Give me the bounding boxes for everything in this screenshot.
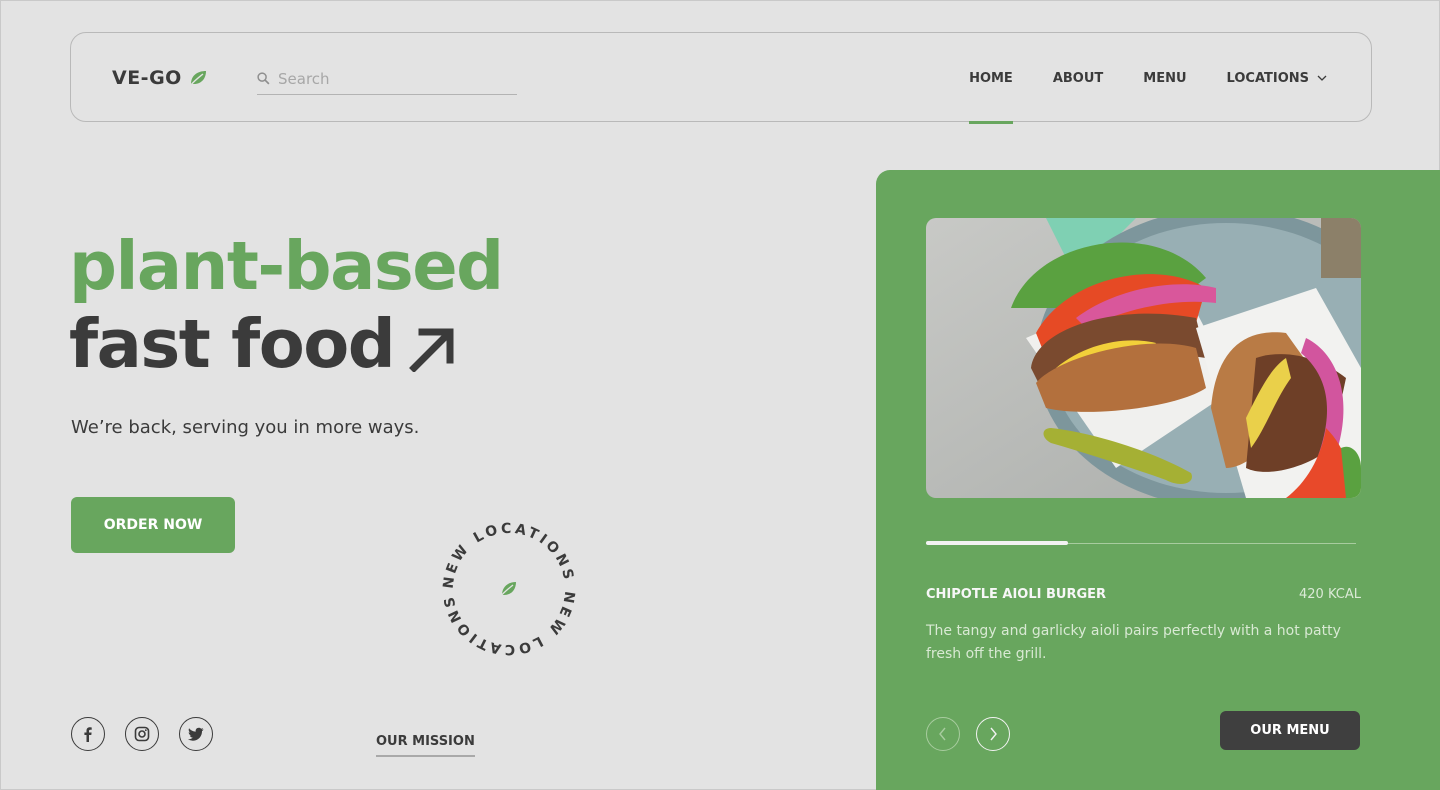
search-icon bbox=[257, 72, 270, 85]
nav-home-label: HOME bbox=[969, 70, 1013, 86]
facebook-icon[interactable] bbox=[71, 717, 105, 751]
twitter-icon[interactable] bbox=[179, 717, 213, 751]
nav-about-label: ABOUT bbox=[1052, 70, 1104, 86]
hero-title-line2-wrap: fast food bbox=[69, 305, 503, 383]
logo-text: VE-GO bbox=[112, 67, 182, 89]
nav-home[interactable]: HOME bbox=[969, 33, 1013, 124]
hero-title: plant-based fast food bbox=[69, 227, 504, 383]
order-now-button[interactable]: ORDER NOW bbox=[71, 497, 235, 553]
facebook-glyph bbox=[84, 727, 92, 742]
main-nav: HOME ABOUT MENU LOCATIONS bbox=[969, 33, 1327, 124]
slider-progress-track bbox=[926, 541, 1356, 545]
item-description: The tangy and garlicky aioli pairs perfe… bbox=[926, 623, 1341, 662]
our-menu-button[interactable]: OUR MENU bbox=[1220, 711, 1360, 750]
nav-menu-label: MENU bbox=[1143, 70, 1187, 86]
prev-slide-button[interactable] bbox=[926, 717, 960, 751]
featured-item-card: CHIPOTLE AIOLI BURGER 420 KCAL The tangy… bbox=[876, 170, 1440, 790]
item-name: CHIPOTLE AIOLI BURGER bbox=[926, 587, 1107, 602]
nav-menu[interactable]: MENU bbox=[1143, 33, 1186, 123]
arrow-up-right-icon bbox=[409, 328, 454, 372]
leaf-icon bbox=[189, 71, 206, 87]
chevron-right-icon bbox=[990, 727, 997, 741]
instagram-glyph bbox=[134, 726, 150, 742]
hero-title-line1: plant-based bbox=[69, 227, 504, 305]
hero-subtitle: We’re back, serving you in more ways. bbox=[71, 417, 420, 438]
chevron-left-icon bbox=[939, 727, 946, 741]
hero-title-line2: fast food bbox=[69, 305, 396, 383]
search-input[interactable] bbox=[278, 69, 508, 88]
logo[interactable]: VE-GO bbox=[112, 67, 208, 89]
site-header: VE-GO HOME ABOUT MENU LOCATIONS bbox=[70, 32, 1372, 124]
nav-about[interactable]: ABOUT bbox=[1053, 33, 1103, 123]
instagram-icon[interactable] bbox=[125, 717, 159, 751]
our-mission-link[interactable]: OUR MISSION bbox=[376, 734, 475, 757]
nav-locations[interactable]: LOCATIONS bbox=[1227, 33, 1327, 123]
new-locations-badge[interactable]: NEW LOCATIONS NEW LOCATIONS bbox=[439, 519, 579, 659]
next-slide-button[interactable] bbox=[976, 717, 1010, 751]
chevron-down-icon bbox=[1317, 75, 1327, 81]
item-calories: 420 KCAL bbox=[1299, 587, 1361, 602]
twitter-glyph bbox=[188, 727, 204, 741]
leaf-icon bbox=[499, 582, 516, 598]
slider-progress-fill bbox=[926, 541, 1068, 545]
search-bar bbox=[257, 63, 517, 95]
nav-locations-label: LOCATIONS bbox=[1226, 70, 1309, 86]
burger-illustration bbox=[926, 218, 1361, 498]
social-links bbox=[71, 717, 213, 751]
burger-image bbox=[926, 218, 1361, 498]
